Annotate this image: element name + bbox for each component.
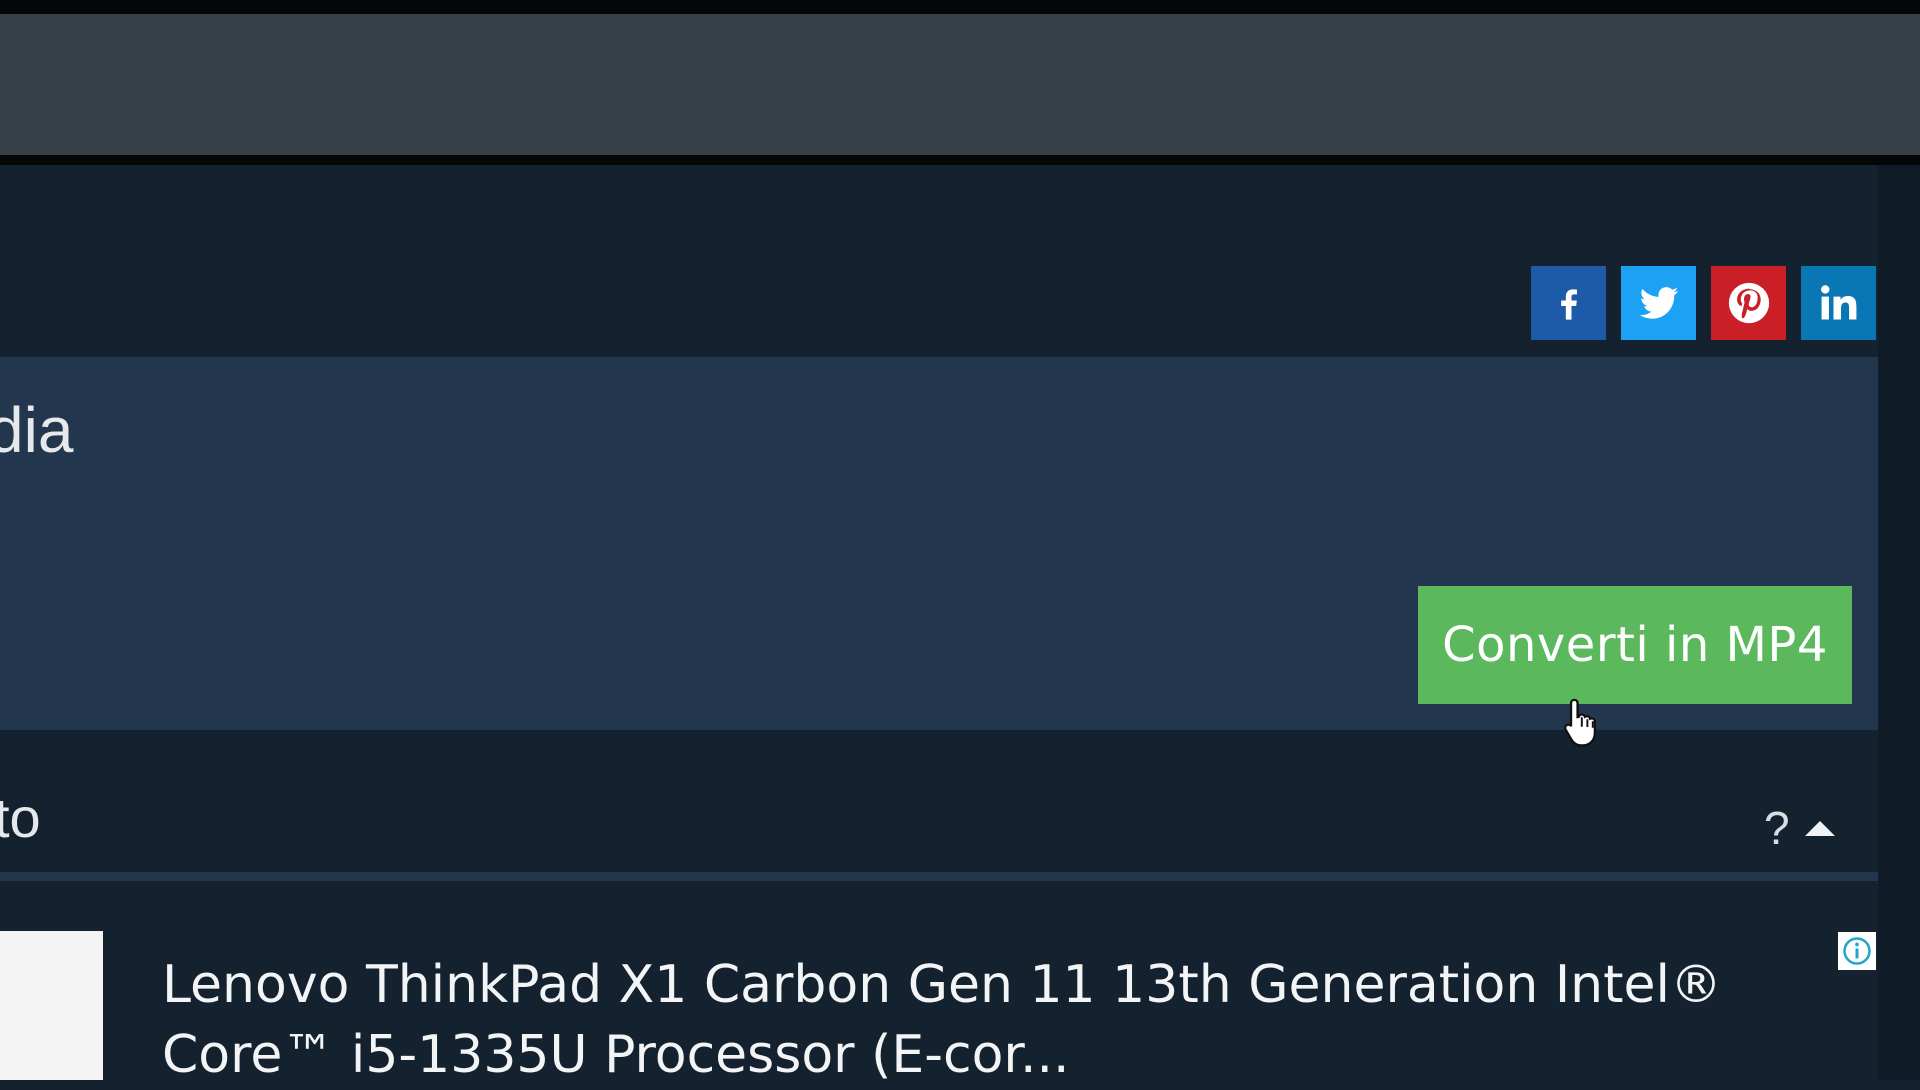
- caret-up-icon[interactable]: [1803, 818, 1837, 838]
- share-twitter-button[interactable]: [1621, 266, 1696, 340]
- ad-thumbnail[interactable]: [0, 931, 103, 1080]
- info-icon: [1843, 937, 1871, 965]
- share-facebook-button[interactable]: [1531, 266, 1606, 340]
- pinterest-icon: [1728, 282, 1769, 324]
- section-divider: [0, 872, 1878, 881]
- facebook-icon: [1560, 289, 1577, 320]
- help-icon[interactable]: ?: [1764, 800, 1790, 856]
- share-linkedin-button[interactable]: [1801, 266, 1876, 340]
- browser-toolbar: [0, 14, 1920, 155]
- section-title: to: [0, 786, 41, 849]
- window-top-edge: [0, 0, 1920, 14]
- page-right-margin: [1878, 165, 1920, 1080]
- share-pinterest-button[interactable]: [1711, 266, 1786, 340]
- converter-title: dia: [0, 394, 74, 466]
- linkedin-icon: [1820, 285, 1856, 320]
- hand-cursor-icon: [1563, 698, 1597, 747]
- convert-to-mp4-button[interactable]: Converti in MP4: [1418, 586, 1852, 704]
- twitter-icon: [1639, 287, 1678, 319]
- ad-title-link[interactable]: Lenovo ThinkPad X1 Carbon Gen 11 13th Ge…: [162, 950, 1722, 1090]
- toolbar-divider: [0, 155, 1920, 165]
- ad-info-icon[interactable]: [1838, 932, 1876, 970]
- share-bar: [1531, 266, 1876, 340]
